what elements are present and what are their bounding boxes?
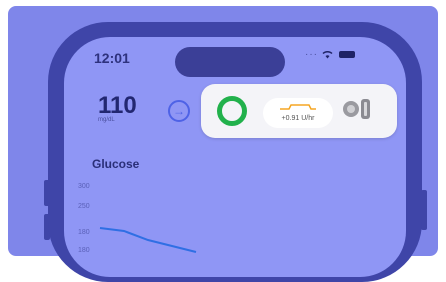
- arrow-right-icon: →: [168, 100, 190, 122]
- basal-line-icon: [280, 104, 316, 110]
- chart-title: Glucose: [92, 157, 140, 171]
- status-icons: ···: [305, 49, 355, 60]
- basal-rate-pill[interactable]: +0.91 U/hr: [263, 98, 333, 128]
- glucose-value: 110: [98, 92, 137, 119]
- y-tick-label: 180: [78, 229, 90, 236]
- wifi-icon: [322, 51, 333, 59]
- pump-pod-icon: [343, 99, 370, 119]
- dynamic-island: [175, 47, 285, 77]
- glucose-unit: mg/dL: [98, 117, 115, 123]
- battery-icon: [339, 51, 355, 58]
- glucose-line: [99, 227, 197, 253]
- glucose-chart: 300 250 180 180: [78, 183, 197, 254]
- basal-rate-label: +0.91 U/hr: [281, 115, 315, 122]
- chart-series: [99, 227, 197, 253]
- y-tick-label: 180: [78, 247, 90, 254]
- live-activity-card[interactable]: +0.91 U/hr: [201, 84, 397, 138]
- y-tick-label: 300: [78, 183, 90, 190]
- y-tick-label: 250: [78, 203, 90, 210]
- cartridge-icon: [361, 99, 370, 119]
- status-time: 12:01: [94, 50, 130, 66]
- signal-icon: ···: [305, 49, 318, 60]
- status-ring-icon: [217, 96, 247, 126]
- pod-icon: [343, 101, 359, 117]
